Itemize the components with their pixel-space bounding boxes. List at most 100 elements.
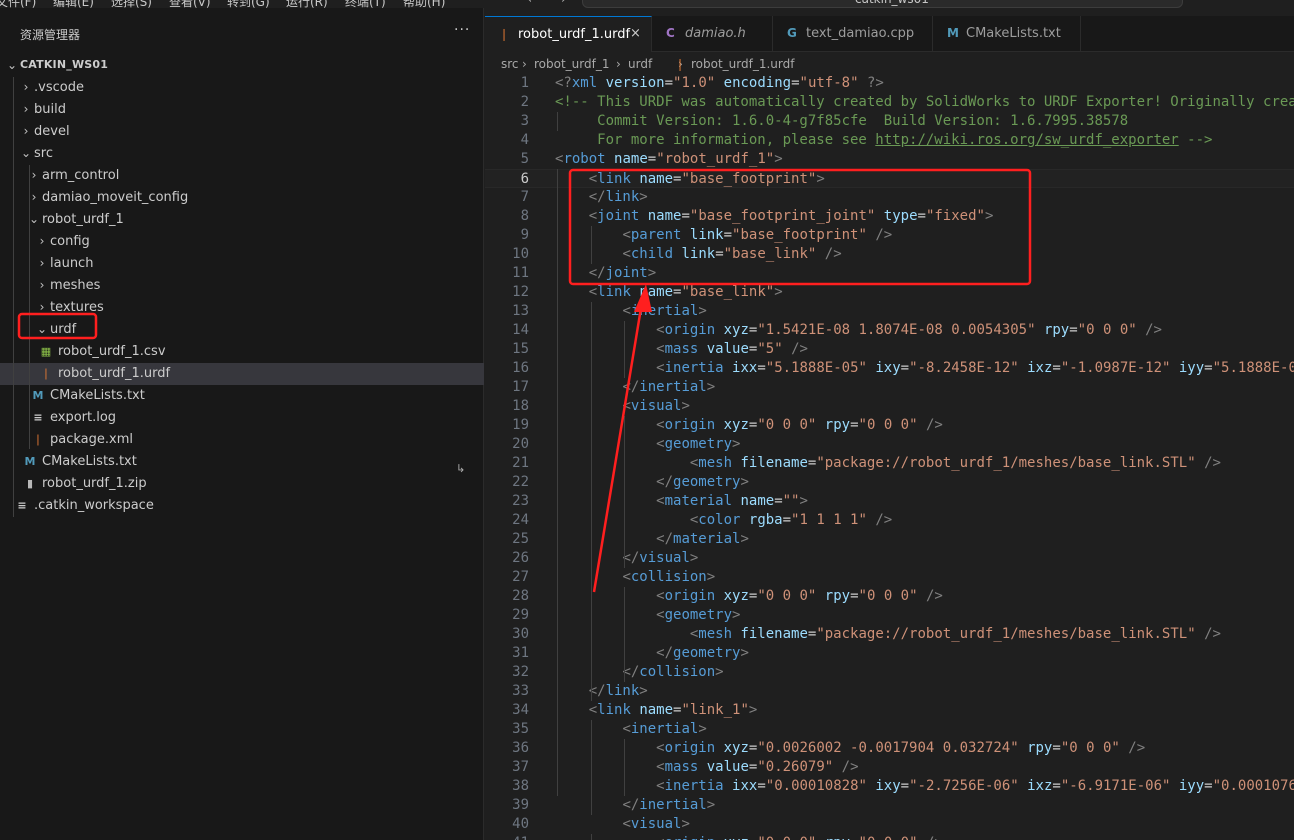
menu-item[interactable]: 编辑(E) — [53, 0, 94, 8]
code-text: <geometry> — [555, 606, 740, 625]
code-link[interactable]: http://wiki.ros.org/sw_urdf_exporter — [875, 132, 1178, 148]
code-token: > — [698, 721, 707, 737]
tree-folder[interactable]: › build — [0, 99, 484, 121]
code-token: "base_footprint" — [732, 227, 867, 243]
code-line: 7 </link> — [485, 188, 1294, 207]
code-token: /> — [824, 246, 842, 262]
tab-damiao-h[interactable]: Cdamiao.h — [652, 16, 773, 52]
breadcrumb-item[interactable]: urdf — [628, 57, 652, 71]
chevron-right-icon: › — [39, 278, 45, 292]
code-text: <mass value="0.26079" /> — [555, 758, 858, 777]
tree-folder[interactable]: › config — [0, 231, 484, 253]
tree-item-label: robot_urdf_1.csv — [58, 344, 166, 359]
line-number: 1 — [520, 75, 529, 91]
code-token: rpy — [824, 417, 851, 433]
code-token: "0 0 0" — [757, 588, 817, 604]
code-token: > — [689, 550, 699, 566]
tree-folder[interactable]: ⌄ src — [0, 143, 484, 165]
code-token: /> — [875, 512, 893, 528]
tab-robot-urdf-1-urdf[interactable]: ❘ robot_urdf_1.urdf × — [485, 16, 652, 52]
code-line: 8 <joint name="base_footprint_joint" typ… — [485, 207, 1294, 226]
tab-label: damiao.h — [685, 26, 746, 41]
code-line: 14 <origin xyz = "1.5421E-08 1.8074E-08 0.… — [485, 321, 1294, 340]
workspace-root[interactable]: ⌄ CATKIN_WS01 — [0, 55, 484, 77]
tab-cmakelists-txt[interactable]: M CMakeLists.txt — [933, 16, 1081, 52]
menu-item[interactable]: 转到(G) — [227, 0, 270, 8]
code-token: = — [774, 493, 783, 509]
code-token: "base_link" — [681, 284, 775, 300]
code-token: "0.00010766" — [1212, 778, 1294, 794]
line-number: 7 — [520, 189, 529, 205]
tree-folder[interactable]: ⌄ urdf — [0, 319, 484, 341]
code-token: < — [622, 398, 631, 414]
code-text: </collision> — [555, 663, 723, 682]
line-number: 25 — [512, 531, 529, 547]
code-token: ?> — [866, 75, 884, 91]
menu-item[interactable]: 文件(F) — [0, 0, 36, 8]
line-number: 34 — [512, 702, 529, 718]
code-token: </ — [656, 531, 674, 547]
line-number: 27 — [512, 569, 529, 585]
tree-file[interactable]: ❘ robot_urdf_1.urdf — [0, 363, 484, 385]
tree-folder[interactable]: › launch — [0, 253, 484, 275]
tree-file[interactable]: M CMakeLists.txt — [0, 385, 484, 407]
code-token: joint — [597, 208, 640, 224]
tree-folder[interactable]: › .vscode — [0, 77, 484, 99]
tree-folder[interactable]: › arm_control — [0, 165, 484, 187]
menu-item[interactable]: 查看(V) — [169, 0, 211, 8]
breadcrumb-item[interactable]: src — [501, 57, 519, 71]
tree-folder[interactable]: › meshes — [0, 275, 484, 297]
menu-item[interactable]: 终端(T) — [345, 0, 386, 8]
tree-file[interactable]: ▦ robot_urdf_1.csv — [0, 341, 484, 363]
line-number: 2 — [520, 94, 529, 110]
tree-folder[interactable]: › devel — [0, 121, 484, 143]
code-token: parent — [630, 227, 682, 243]
code-token: > — [681, 398, 690, 414]
code-view[interactable]: 1 <?xml version="1.0" encoding="utf-8" ?>… — [485, 74, 1294, 840]
menu-item[interactable]: 选择(S) — [111, 0, 152, 8]
tab-text-damiao-cpp[interactable]: Gtext_damiao.cpp — [773, 16, 933, 52]
tree-file[interactable]: ≡ export.log — [0, 407, 484, 429]
chevron-right-icon: › — [23, 80, 29, 94]
code-token: rpy — [825, 835, 850, 840]
breadcrumb-item[interactable]: robot_urdf_1.urdf — [691, 57, 794, 71]
nav-forward-button[interactable]: › — [561, 0, 566, 7]
command-center[interactable]: catkin_ws01 — [582, 0, 1183, 8]
menu-item[interactable]: 运行(R) — [286, 0, 328, 8]
code-token: < — [622, 569, 631, 585]
breadcrumb-item[interactable]: robot_urdf_1 — [534, 57, 609, 71]
close-icon[interactable]: × — [630, 26, 641, 41]
code-token: > — [984, 208, 994, 224]
code-line: 31 </geometry> — [485, 644, 1294, 663]
c-icon: C — [666, 26, 675, 40]
tree-folder[interactable]: ⌄ robot_urdf_1 — [0, 209, 484, 231]
tree-file[interactable]: ≡ .catkin_workspace — [0, 495, 484, 517]
more-actions-button[interactable]: ··· — [454, 22, 470, 38]
line-number: 13 — [512, 303, 529, 319]
tree-file[interactable]: M CMakeLists.txt — [0, 451, 484, 473]
line-number: 14 — [512, 322, 529, 338]
code-token: "0 0 0" — [858, 417, 918, 433]
chevron-right-icon: › — [39, 234, 45, 248]
code-token: "-6.9171E-06" — [1060, 778, 1171, 794]
tree-folder[interactable]: › damiao_moveit_config — [0, 187, 484, 209]
code-token: robot — [563, 151, 606, 167]
menu-bar: 文件(F) 编辑(E) 选择(S) 查看(V) 转到(G) 运行(R) 终端(T) 帮助(H)… — [0, 0, 1294, 8]
nav-back-button[interactable]: ‹ — [527, 0, 532, 7]
menu-item[interactable]: 帮助(H) — [403, 0, 445, 8]
code-token: filename — [740, 626, 808, 642]
code-line: 5 <robot name="robot_urdf_1"> — [485, 150, 1294, 169]
tree-folder[interactable]: › textures — [0, 297, 484, 319]
tree-file[interactable]: ❘ package.xml — [0, 429, 484, 451]
tree-file[interactable]: ▮ robot_urdf_1.zip — [0, 473, 484, 495]
code-token: > — [706, 797, 716, 813]
code-text: <!-- This URDF was automatically created… — [555, 93, 1294, 112]
